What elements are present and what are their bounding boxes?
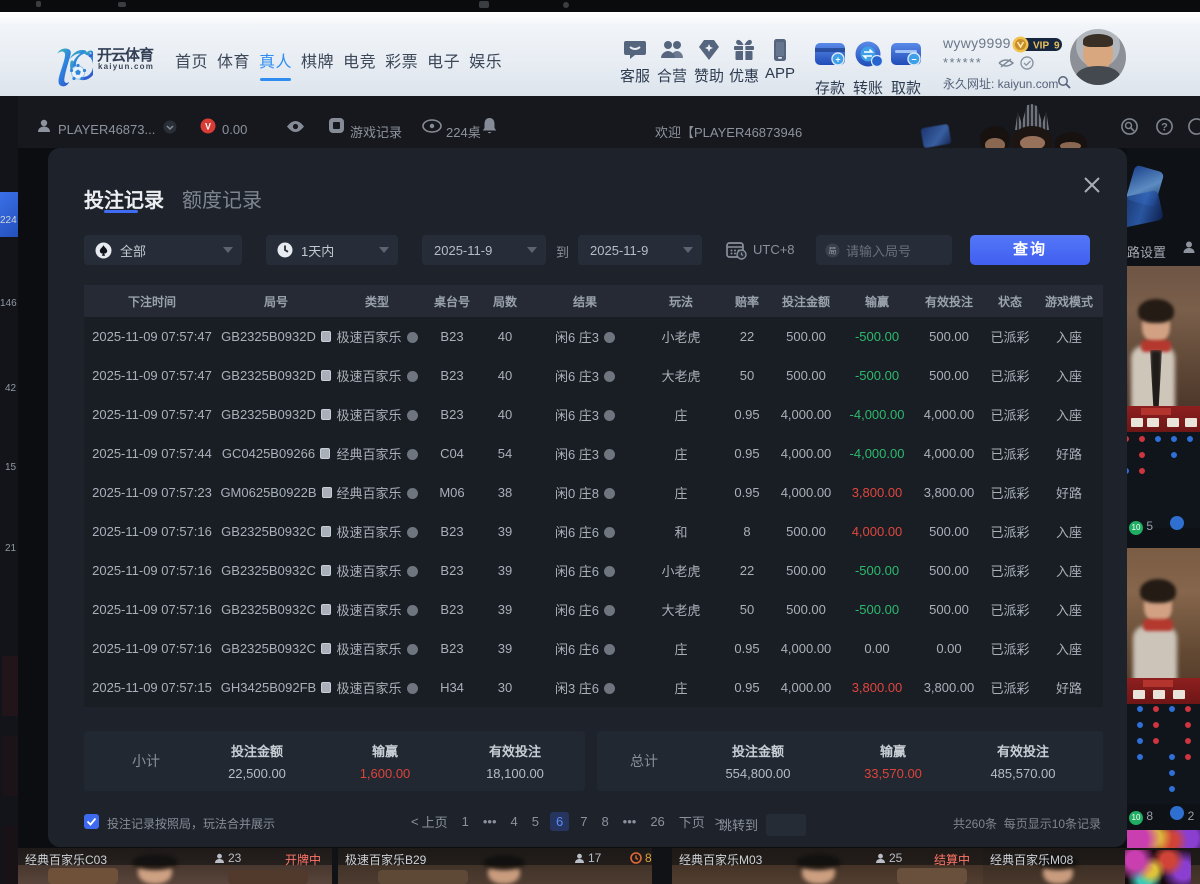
svg-text:−: − bbox=[911, 55, 916, 65]
svg-text:+: + bbox=[835, 55, 840, 65]
svg-text:9: 9 bbox=[1054, 41, 1060, 52]
svg-text:V: V bbox=[205, 122, 211, 132]
svg-text:?: ? bbox=[1161, 122, 1168, 134]
svg-text:局: 局 bbox=[829, 246, 837, 255]
svg-text:VIP: VIP bbox=[1033, 41, 1049, 52]
